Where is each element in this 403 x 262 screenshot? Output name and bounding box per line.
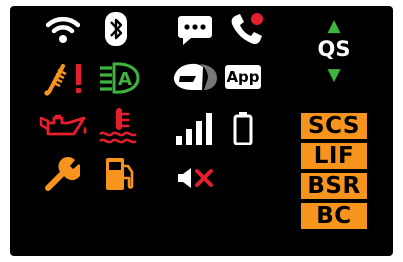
battery-icon <box>233 112 253 145</box>
coolant-temperature-icon <box>99 108 137 144</box>
scs-badge: SCS <box>301 113 367 139</box>
qs-up-arrow: ▲ <box>327 16 341 36</box>
bc-badge: BC <box>301 203 367 229</box>
dashboard-screen: A App ▲ QS ▼ SCS LIF BSR BC <box>10 6 393 256</box>
qs-down-arrow: ▼ <box>327 65 341 85</box>
helmet-icon <box>173 63 217 90</box>
signal-strength-icon <box>176 113 212 145</box>
qs-label: QS <box>317 37 351 61</box>
fuel-icon <box>106 158 134 190</box>
mute-icon <box>178 168 213 188</box>
suspension-warning-icon <box>44 64 81 96</box>
svg-text:A: A <box>118 69 132 90</box>
bluetooth-icon <box>105 12 127 46</box>
service-wrench-icon <box>45 156 80 191</box>
oil-pressure-icon <box>39 114 87 136</box>
wifi-icon <box>46 16 80 43</box>
lif-badge: LIF <box>301 143 367 169</box>
auto-headlight-icon: A <box>100 62 140 94</box>
app-icon: App <box>225 65 261 89</box>
phone-missed-call-icon <box>231 13 263 45</box>
message-icon <box>178 16 212 45</box>
bsr-badge: BSR <box>301 173 367 199</box>
